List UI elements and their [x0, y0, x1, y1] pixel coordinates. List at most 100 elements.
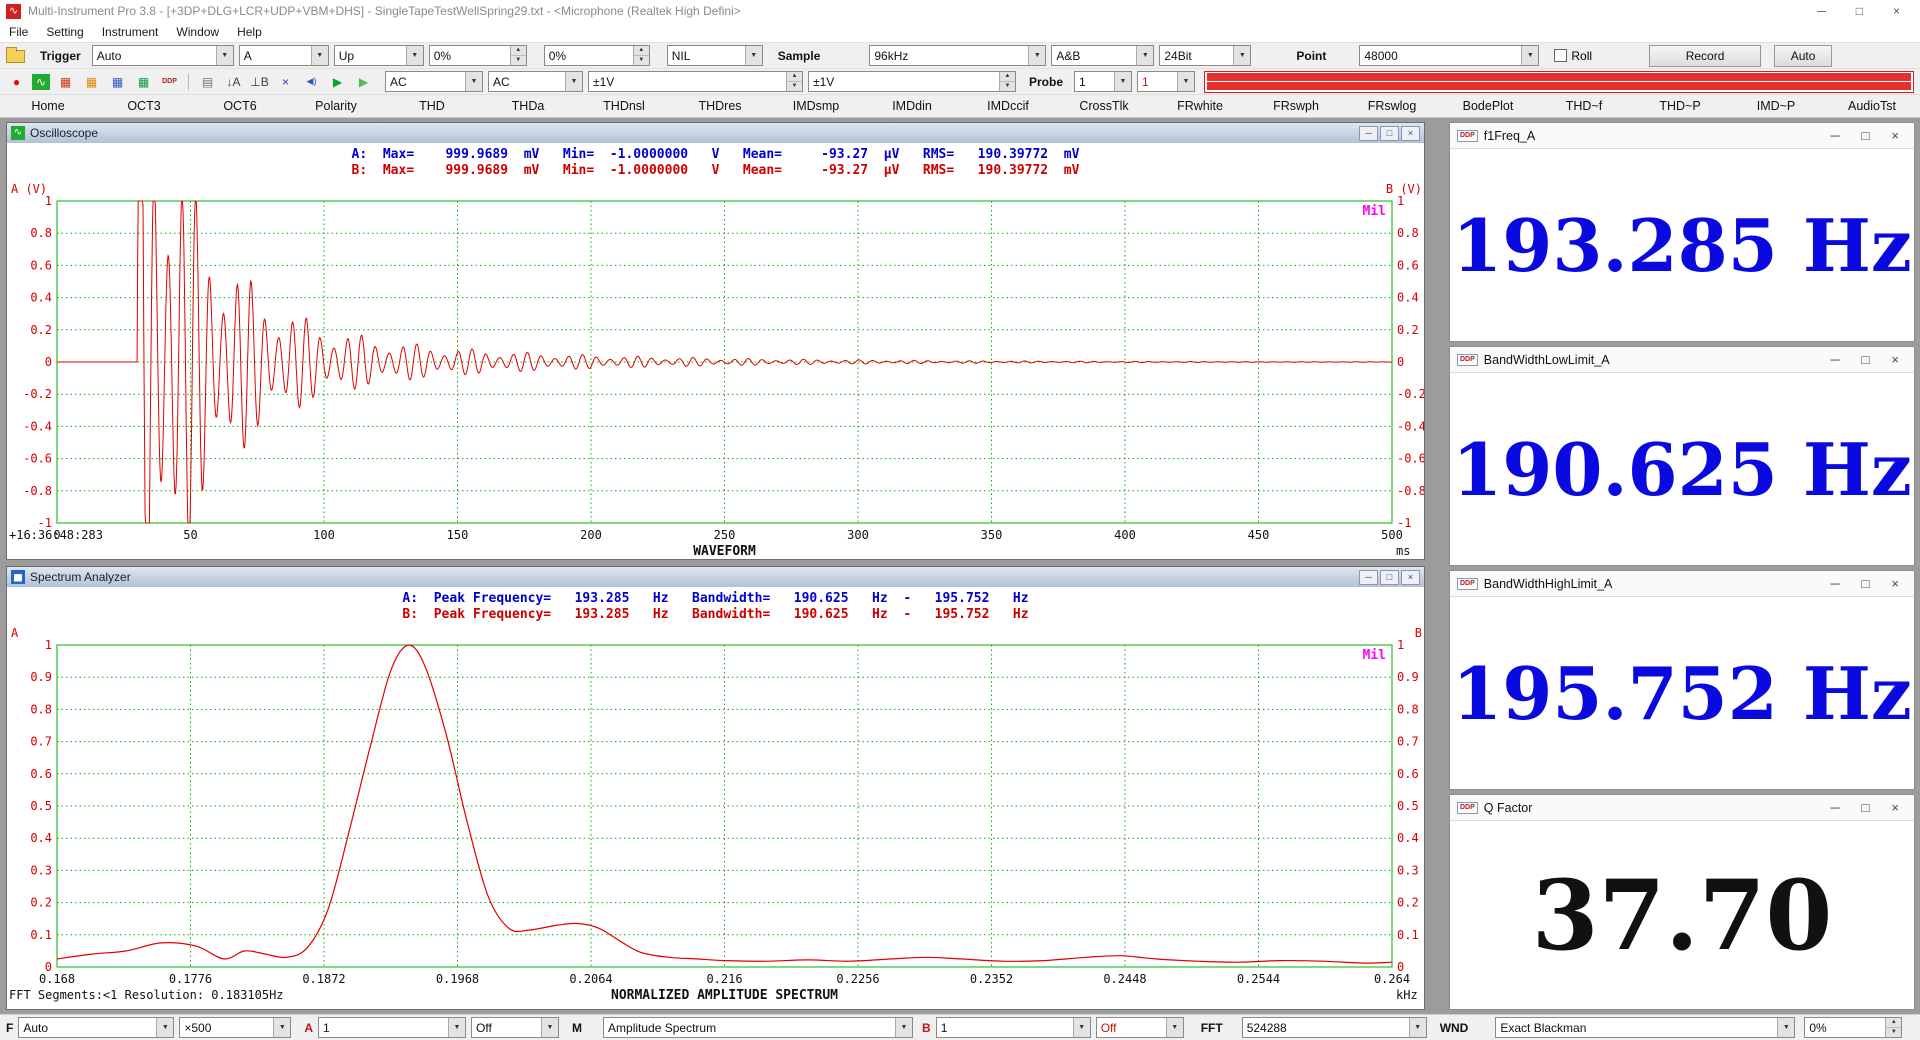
fft-size-dropdown[interactable]: 524288▼	[1242, 1017, 1427, 1038]
dropdown-arrow-icon[interactable]: ▼	[565, 72, 582, 91]
play-icon[interactable]: ▶	[327, 73, 348, 91]
tab-thd-p[interactable]: THD~P	[1632, 95, 1728, 117]
marker-b-icon[interactable]: ⊥B	[249, 73, 270, 91]
spinner-up-icon[interactable]: ▲	[634, 46, 649, 56]
close-button[interactable]: ×	[1401, 126, 1420, 141]
dropdown-arrow-icon[interactable]: ▼	[1233, 46, 1250, 65]
tab-polarity[interactable]: Polarity	[288, 95, 384, 117]
zoom-dropdown[interactable]: ×500▼	[179, 1017, 291, 1038]
menu-instrument[interactable]: Instrument	[93, 25, 168, 39]
dropdown-arrow-icon[interactable]: ▼	[1028, 46, 1045, 65]
tab-thd[interactable]: THD	[384, 95, 480, 117]
gain-a-dropdown[interactable]: 1▼	[318, 1017, 466, 1038]
trigger-filter-dropdown[interactable]: NIL▼	[667, 45, 763, 66]
tab-imdccif[interactable]: IMDccif	[960, 95, 1056, 117]
overlap-spinner[interactable]: 0%▲▼	[1804, 1017, 1902, 1038]
minimize-button[interactable]: ─	[1830, 128, 1839, 143]
ddp-titlebar[interactable]: DDPBandWidthHighLimit_A─□×	[1450, 571, 1914, 597]
spinner-up-icon[interactable]: ▲	[1000, 72, 1015, 82]
range-b-spinner[interactable]: ±1V▲▼	[808, 71, 1016, 92]
sampling-channels-dropdown[interactable]: A&B▼	[1051, 45, 1154, 66]
maximize-button[interactable]: □	[1862, 128, 1870, 143]
spinner-up-icon[interactable]: ▲	[787, 72, 802, 82]
coupling-a-dropdown[interactable]: AC▼	[385, 71, 483, 92]
dropdown-arrow-icon[interactable]: ▼	[1073, 1018, 1090, 1037]
dropdown-arrow-icon[interactable]: ▼	[311, 46, 328, 65]
tab-frswph[interactable]: FRswph	[1248, 95, 1344, 117]
probe-b-dropdown[interactable]: 1▼	[1137, 71, 1195, 92]
minimize-button[interactable]: ─	[1830, 352, 1839, 367]
dropdown-arrow-icon[interactable]: ▼	[1521, 46, 1538, 65]
dropdown-arrow-icon[interactable]: ▼	[156, 1018, 173, 1037]
dropdown-arrow-icon[interactable]: ▼	[1136, 46, 1153, 65]
close-button[interactable]: ×	[1891, 800, 1899, 815]
spectrum-plot[interactable]: 110.90.90.80.80.70.70.60.60.50.50.40.40.…	[7, 623, 1425, 1010]
marker-a-icon[interactable]: ↓A	[223, 73, 244, 91]
spinner-down-icon[interactable]: ▼	[787, 82, 802, 91]
dropdown-arrow-icon[interactable]: ▼	[1114, 72, 1131, 91]
dropdown-arrow-icon[interactable]: ▼	[895, 1018, 912, 1037]
tab-oct6[interactable]: OCT6	[192, 95, 288, 117]
trigger-mode-dropdown[interactable]: Auto▼	[92, 45, 234, 66]
option-a-dropdown[interactable]: Off▼	[471, 1017, 559, 1038]
multimeter-window-icon[interactable]: ▦	[81, 73, 102, 91]
close-button[interactable]: ×	[1401, 570, 1420, 585]
tab-bodeplot[interactable]: BodePlot	[1440, 95, 1536, 117]
tab-imdsmp[interactable]: IMDsmp	[768, 95, 864, 117]
tab-thdnsl[interactable]: THDnsl	[576, 95, 672, 117]
menu-setting[interactable]: Setting	[37, 25, 92, 39]
ddp-titlebar[interactable]: DDPBandWidthLowLimit_A─□×	[1450, 347, 1914, 373]
window-function-dropdown[interactable]: Exact Blackman▼	[1495, 1017, 1795, 1038]
speaker-icon[interactable]: ◀)	[301, 73, 322, 91]
spinner-up-icon[interactable]: ▲	[1886, 1018, 1901, 1028]
dropdown-arrow-icon[interactable]: ▼	[1177, 72, 1194, 91]
dropdown-arrow-icon[interactable]: ▼	[448, 1018, 465, 1037]
trigger-source-dropdown[interactable]: A▼	[239, 45, 329, 66]
gain-b-dropdown[interactable]: 1▼	[936, 1017, 1091, 1038]
minimize-button[interactable]: ─	[1830, 576, 1839, 591]
tab-frswlog[interactable]: FRswlog	[1344, 95, 1440, 117]
sampling-bits-dropdown[interactable]: 24Bit▼	[1159, 45, 1251, 66]
tab-thd-f[interactable]: THD~f	[1536, 95, 1632, 117]
minimize-button[interactable]: ─	[1817, 4, 1826, 18]
oscilloscope-window-icon[interactable]: ∿	[32, 74, 50, 90]
option-b-dropdown[interactable]: Off▼	[1096, 1017, 1184, 1038]
minimize-button[interactable]: ─	[1359, 570, 1378, 585]
tab-oct3[interactable]: OCT3	[96, 95, 192, 117]
dropdown-arrow-icon[interactable]: ▼	[1409, 1018, 1426, 1037]
coupling-b-dropdown[interactable]: AC▼	[488, 71, 583, 92]
dropdown-arrow-icon[interactable]: ▼	[1166, 1018, 1183, 1037]
trigger-level-spinner[interactable]: 0%▲▼	[429, 45, 527, 66]
roll-checkbox[interactable]: Roll	[1554, 49, 1592, 63]
dropdown-arrow-icon[interactable]: ▼	[406, 46, 423, 65]
tab-imddin[interactable]: IMDdin	[864, 95, 960, 117]
maximize-button[interactable]: □	[1862, 352, 1870, 367]
close-button[interactable]: ×	[1893, 4, 1900, 18]
dropdown-arrow-icon[interactable]: ▼	[216, 46, 233, 65]
tab-crosstlk[interactable]: CrossTlk	[1056, 95, 1152, 117]
spectrum-analyzer-titlebar[interactable]: ▅ Spectrum Analyzer ─□×	[7, 567, 1424, 587]
close-button[interactable]: ×	[1891, 576, 1899, 591]
minimize-button[interactable]: ─	[1830, 800, 1839, 815]
oscilloscope-titlebar[interactable]: ∿ Oscilloscope ─□×	[7, 123, 1424, 143]
minimize-button[interactable]: ─	[1359, 126, 1378, 141]
dropdown-arrow-icon[interactable]: ▼	[273, 1018, 290, 1037]
menu-window[interactable]: Window	[167, 25, 228, 39]
ddp-titlebar[interactable]: DDPQ Factor─□×	[1450, 795, 1914, 821]
dropdown-arrow-icon[interactable]: ▼	[541, 1018, 558, 1037]
frequency-range-dropdown[interactable]: Auto▼	[18, 1017, 174, 1038]
auto-button[interactable]: Auto	[1774, 45, 1832, 67]
tab-audiotst[interactable]: AudioTst	[1824, 95, 1920, 117]
spectrum-window-icon[interactable]: ▦	[55, 73, 76, 91]
tab-frwhite[interactable]: FRwhite	[1152, 95, 1248, 117]
spinner-down-icon[interactable]: ▼	[634, 56, 649, 65]
cut-icon[interactable]: ×	[275, 73, 296, 91]
maximize-button[interactable]: □	[1856, 4, 1863, 18]
spinner-up-icon[interactable]: ▲	[511, 46, 526, 56]
menu-file[interactable]: File	[0, 25, 37, 39]
oscilloscope-plot[interactable]: 110.80.80.60.60.40.40.20.200-0.2-0.2-0.4…	[7, 179, 1425, 560]
spinner-down-icon[interactable]: ▼	[1886, 1028, 1901, 1037]
trigger-delay-spinner[interactable]: 0%▲▼	[544, 45, 650, 66]
spectrum-3d-window-icon[interactable]: ▦	[107, 73, 128, 91]
printer-icon[interactable]: ▤	[197, 73, 218, 91]
